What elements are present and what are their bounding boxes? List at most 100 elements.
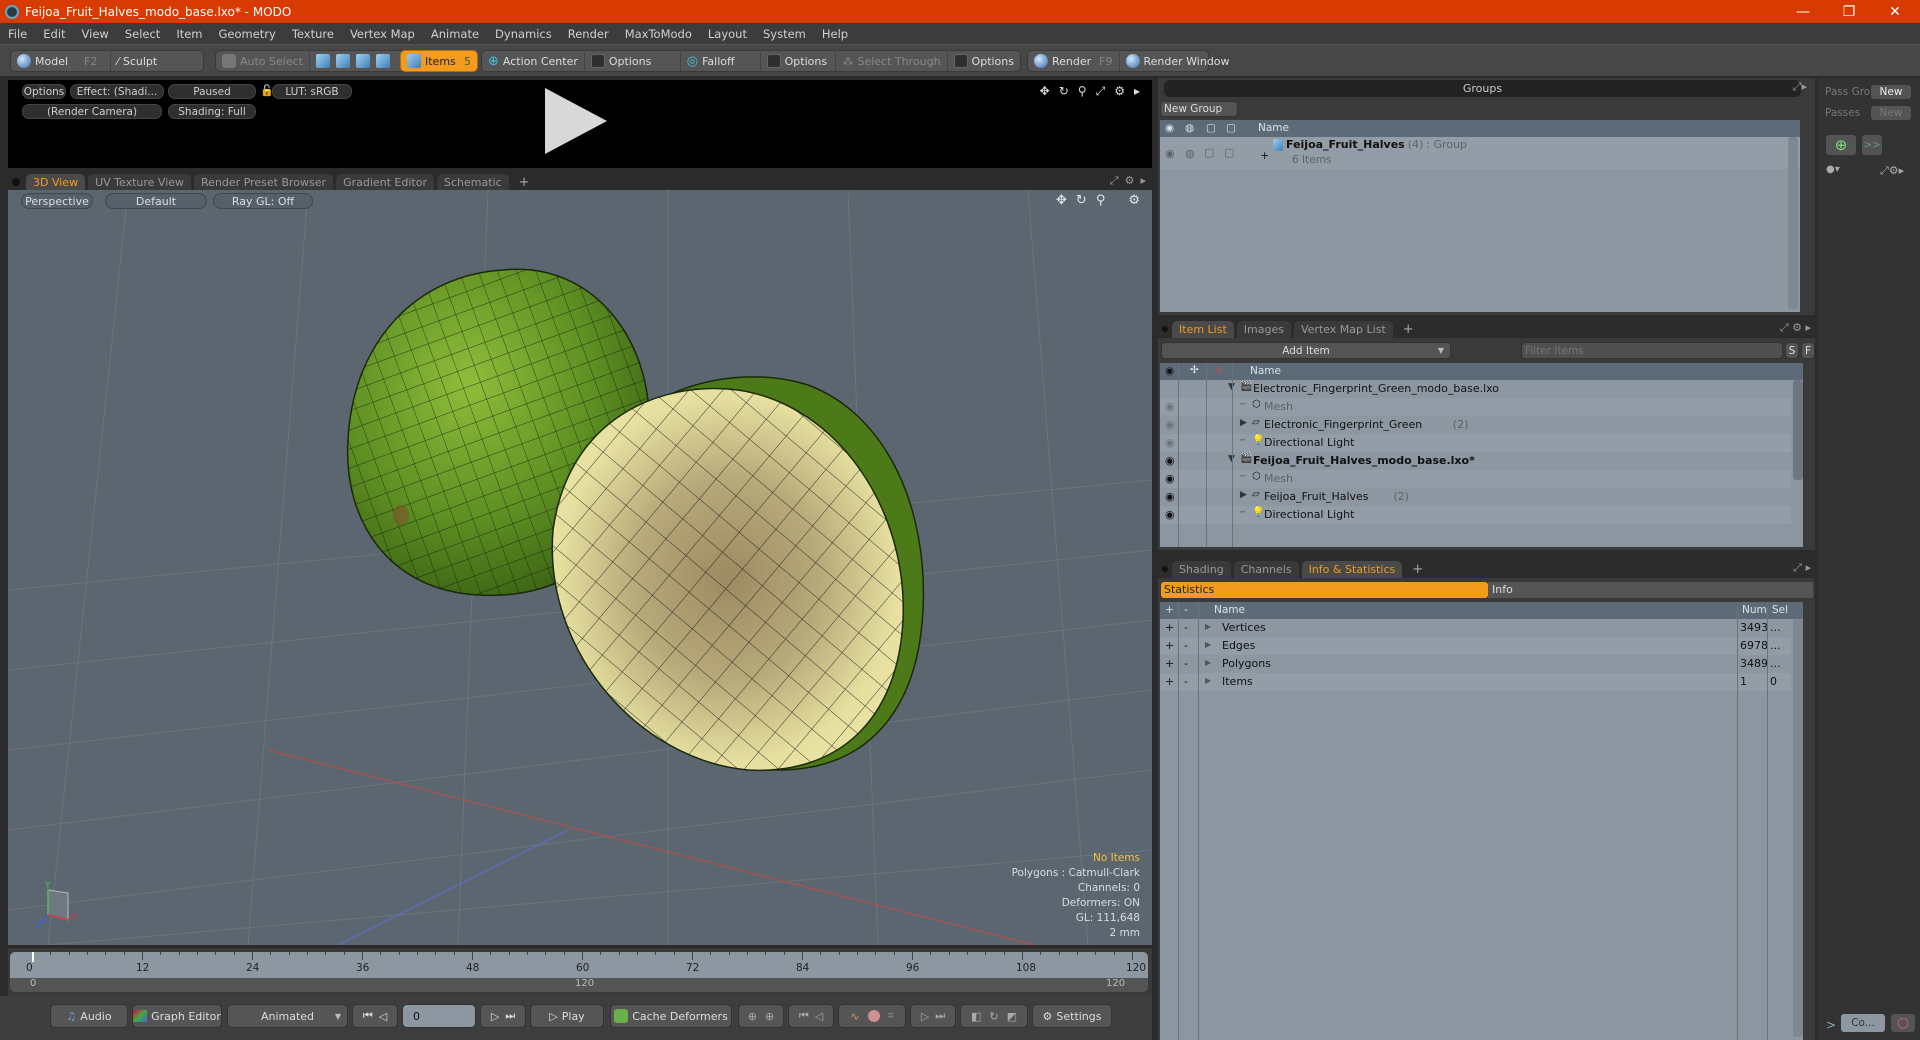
play-button[interactable]: ▷ Play — [530, 1004, 604, 1028]
maximize-icon[interactable]: ⤢ — [1096, 84, 1106, 99]
menu-dynamics[interactable]: Dynamics — [487, 27, 560, 41]
menu-view[interactable]: View — [74, 27, 117, 41]
shading-dropdown[interactable]: Shading: Full — [168, 104, 256, 119]
feijoa-cut-half[interactable] — [551, 376, 925, 772]
menu-texture[interactable]: Texture — [284, 27, 342, 41]
restore-button[interactable]: ❐ — [1826, 0, 1872, 23]
graph-editor-button[interactable]: Graph Editor — [132, 1004, 222, 1028]
expand-arrow-icon[interactable]: ▶ — [1205, 676, 1211, 685]
visibility-eye-icon[interactable]: ◉ — [1165, 472, 1175, 485]
zoom-icon[interactable]: ⚲ — [1078, 84, 1087, 99]
add-tab-button[interactable]: + — [1405, 561, 1430, 578]
action-center-options-button[interactable]: Options — [585, 51, 681, 71]
go-to-start-icon[interactable]: ⏮ — [363, 1009, 373, 1023]
pan-icon[interactable]: ✥ — [1056, 193, 1067, 208]
gear-icon[interactable]: ⚙ — [1114, 84, 1125, 99]
rotate-icon[interactable]: ↻ — [1059, 84, 1069, 99]
edges-mode-icon[interactable] — [335, 54, 350, 68]
audio-button[interactable]: ♫ Audio — [50, 1004, 128, 1028]
zoom-icon[interactable]: ⚲ — [1096, 193, 1106, 208]
sculpt-mode-button[interactable]: ⁄ Sculpt — [111, 51, 163, 71]
vertices-mode-icon[interactable] — [315, 54, 330, 68]
item-list-row[interactable]: ◉ ┄ 💡 Directional Light — [1160, 434, 1791, 452]
default-style-dropdown[interactable]: Default — [105, 193, 207, 209]
tab-info-statistics[interactable]: Info & Statistics — [1301, 561, 1403, 578]
tab-handle-icon[interactable] — [12, 178, 20, 186]
preview-options-button[interactable]: Options — [22, 84, 66, 99]
rotate-icon[interactable]: ↻ — [1076, 193, 1087, 208]
item-list-row[interactable]: ▼🎬Electronic_Fingerprint_Green_modo_base… — [1160, 380, 1791, 398]
action-center-button[interactable]: ⊕ Action Center — [482, 51, 585, 71]
menu-file[interactable]: File — [0, 27, 35, 41]
remove-selection-button[interactable]: - — [1184, 657, 1188, 670]
lut-dropdown[interactable]: LUT: sRGB — [272, 84, 352, 99]
visibility-eye-icon[interactable]: ◉ — [1165, 490, 1175, 503]
visibility-icon[interactable]: ◉ — [1165, 147, 1175, 160]
expand-arrow-icon[interactable]: ▶ — [1205, 658, 1211, 667]
panel-options-icon[interactable]: ⤢ ▸ — [1793, 561, 1815, 578]
gear-icon[interactable]: ⚙ — [1128, 193, 1140, 208]
menu-maxtomodo[interactable]: MaxToModo — [617, 27, 700, 41]
tab-handle-icon[interactable] — [1162, 566, 1168, 572]
f-toggle-button[interactable]: F — [1801, 342, 1815, 359]
tab-uv-texture-view[interactable]: UV Texture View — [88, 174, 192, 191]
add-selection-button[interactable]: + — [1165, 621, 1174, 634]
add-tab-button[interactable]: + — [512, 174, 537, 191]
timeline[interactable]: 0 12 24 36 48 60 72 84 96 108 120 0 120 120 — [8, 948, 1152, 996]
select-through-button[interactable]: ⁂ Select Through — [836, 51, 948, 71]
key-copy-icon[interactable]: ◩ — [1007, 1010, 1017, 1023]
menu-edit[interactable]: Edit — [35, 27, 73, 41]
expand-arrow-icon[interactable]: ▶ — [1240, 490, 1247, 500]
item-list-row[interactable]: ◉▼🎬Feijoa_Fruit_Halves_modo_base.lxo* — [1160, 452, 1791, 470]
statistics-row[interactable]: + - ▶ Vertices 3493... — [1160, 619, 1791, 637]
tab-3d-view[interactable]: 3D View — [26, 174, 86, 191]
prev-key-icon[interactable]: ◁ — [815, 1010, 823, 1023]
panel-options-icon[interactable]: ⤢ ⚙ ▸ — [1780, 321, 1815, 338]
menu-render[interactable]: Render — [560, 27, 617, 41]
playhead[interactable] — [32, 952, 34, 962]
step-back-icon[interactable]: ◁ — [379, 1010, 387, 1023]
expand-plus-icon[interactable]: + — [1260, 149, 1269, 162]
lock-checkbox[interactable]: ▢ — [1204, 146, 1214, 159]
go-to-end-icon[interactable]: ⏭ — [505, 1009, 515, 1023]
expand-arrow-icon[interactable]: ▸ — [1134, 84, 1140, 99]
menu-item[interactable]: Item — [168, 27, 210, 41]
new-group-button[interactable]: New Group — [1160, 101, 1238, 117]
play-render-icon[interactable] — [545, 88, 607, 154]
new-pass-group-button[interactable]: New — [1870, 84, 1912, 100]
render-window-button[interactable]: Render Window — [1120, 51, 1236, 71]
minimize-button[interactable]: — — [1780, 0, 1826, 23]
menu-geometry[interactable]: Geometry — [211, 27, 284, 41]
paused-toggle[interactable]: Paused — [168, 84, 256, 99]
filter-items-input[interactable] — [1521, 342, 1783, 359]
menu-vertex-map[interactable]: Vertex Map — [342, 27, 423, 41]
download-key-icon[interactable]: ⊕ — [765, 1010, 774, 1023]
menu-layout[interactable]: Layout — [700, 27, 755, 41]
visibility-eye-icon[interactable]: ◉ — [1165, 436, 1175, 449]
command-input[interactable]: Co... — [1840, 1013, 1886, 1033]
statistics-scrollbar[interactable] — [1793, 619, 1803, 1037]
polygons-mode-icon[interactable] — [355, 54, 370, 68]
record-icon[interactable] — [867, 1010, 880, 1022]
groups-scrollbar[interactable] — [1788, 137, 1798, 309]
item-list-row[interactable]: ◉ ┄ ⬡ Mesh — [1160, 398, 1791, 416]
menu-animate[interactable]: Animate — [423, 27, 487, 41]
close-button[interactable]: ✕ — [1872, 0, 1918, 23]
visibility-eye-icon[interactable]: ◉ — [1165, 508, 1175, 521]
effect-dropdown[interactable]: Effect: (Shadi... — [70, 84, 164, 99]
menu-select[interactable]: Select — [117, 27, 168, 41]
menu-help[interactable]: Help — [814, 27, 856, 41]
info-tab[interactable]: Info — [1488, 582, 1813, 598]
upload-key-icon[interactable]: ⊕ — [748, 1010, 757, 1023]
visibility-eye-icon[interactable]: ◉ — [1165, 400, 1175, 413]
remove-selection-button[interactable]: - — [1184, 639, 1188, 652]
tab-item-list[interactable]: Item List — [1172, 321, 1234, 338]
expand-arrow-icon[interactable]: ▶ — [1205, 640, 1211, 649]
record-macro-icon[interactable]: ○ — [1890, 1013, 1916, 1033]
tab-images[interactable]: Images — [1236, 321, 1291, 338]
frame-input[interactable]: 0 — [402, 1004, 476, 1028]
expand-arrow-icon[interactable]: ▶ — [1240, 418, 1247, 428]
add-selection-button[interactable]: + — [1165, 657, 1174, 670]
cache-deformers-button[interactable]: Cache Deformers — [610, 1004, 732, 1028]
select-through-options-button[interactable]: Options — [948, 51, 1020, 71]
